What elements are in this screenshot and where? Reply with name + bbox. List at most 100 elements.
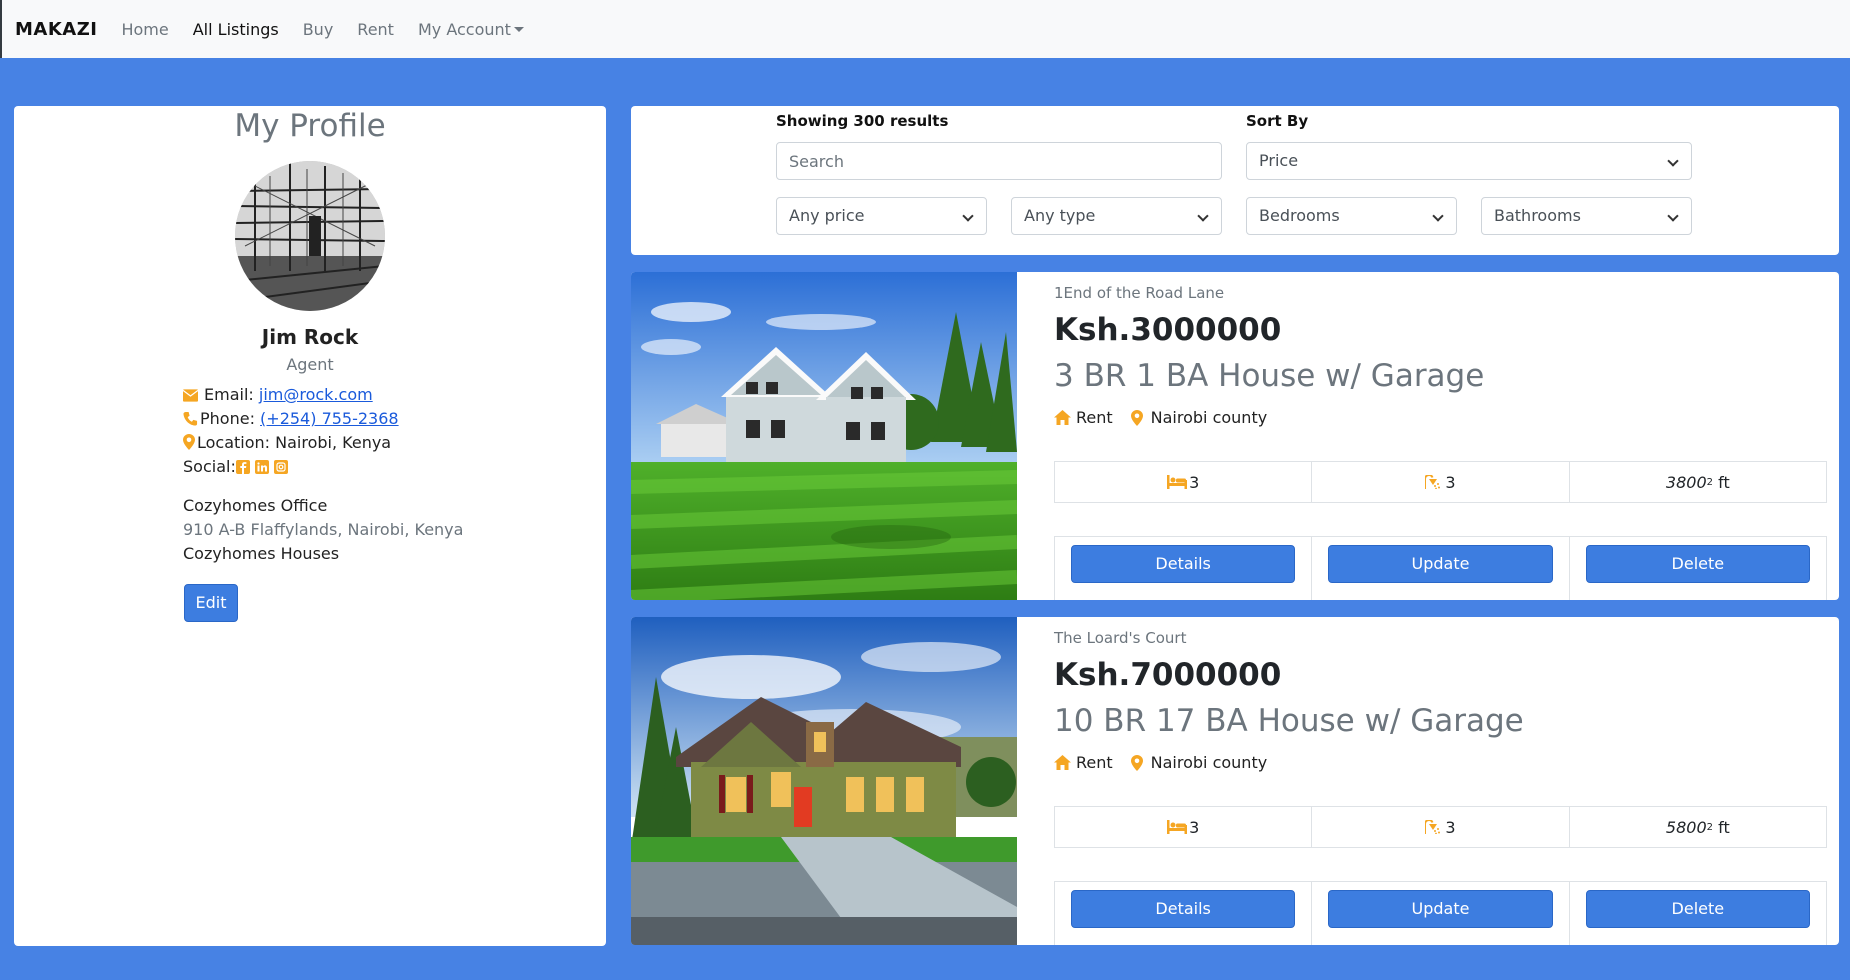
area-stat: 3800 2 ft xyxy=(1665,472,1730,492)
listing-meta: Rent Nairobi county xyxy=(1054,408,1267,427)
results-count: Showing 300 results xyxy=(776,112,949,130)
caret-down-icon xyxy=(513,26,524,32)
listing-meta: Rent Nairobi county xyxy=(1054,753,1267,772)
chevron-down-icon xyxy=(962,210,974,222)
home-icon xyxy=(1054,755,1071,770)
chevron-down-icon xyxy=(1197,210,1209,222)
bathrooms-select[interactable]: Bathrooms xyxy=(1481,197,1692,235)
type-select-value: Any type xyxy=(1024,206,1096,225)
listing-status: Rent xyxy=(1076,753,1113,772)
map-marker-icon xyxy=(183,434,195,450)
phone-icon xyxy=(183,411,198,426)
filter-panel: Showing 300 results Sort By Price Any pr… xyxy=(631,106,1839,255)
area-unit: ft xyxy=(1713,472,1730,492)
envelope-icon xyxy=(183,389,198,402)
facebook-icon[interactable] xyxy=(235,460,250,474)
sort-by-label: Sort By xyxy=(1246,112,1309,130)
agent-role: Agent xyxy=(286,355,334,374)
map-marker-icon xyxy=(1130,754,1143,771)
bed-icon xyxy=(1167,820,1188,834)
delete-button[interactable]: Delete xyxy=(1585,545,1810,583)
details-button[interactable]: Details xyxy=(1071,545,1296,583)
shower-icon xyxy=(1425,820,1441,834)
nav-my-account-dropdown[interactable]: My Account xyxy=(418,20,524,39)
bathrooms-stat: 3 xyxy=(1312,462,1570,502)
bedrooms-stat: 3 xyxy=(1055,807,1313,847)
listing-title: 10 BR 17 BA House w/ Garage xyxy=(1054,703,1524,739)
sort-select-value: Price xyxy=(1259,151,1299,170)
listing-stats: 3 3 5800 2 ft xyxy=(1054,806,1827,848)
office-brand: Cozyhomes Houses xyxy=(183,544,340,563)
chevron-down-icon xyxy=(1432,210,1444,222)
listing-county: Nairobi county xyxy=(1150,408,1268,427)
listing-price: Ksh.7000000 xyxy=(1054,657,1282,693)
update-button[interactable]: Update xyxy=(1328,545,1553,583)
bathrooms-stat: 3 xyxy=(1312,807,1570,847)
brand-logo[interactable]: MAKAZI xyxy=(15,19,97,40)
email-row: Email: jim@rock.com xyxy=(183,384,373,406)
avatar xyxy=(235,161,385,311)
location-row: Location: Nairobi, Kenya xyxy=(183,432,391,454)
bedrooms-count: 3 xyxy=(1189,817,1200,837)
nav-rent[interactable]: Rent xyxy=(357,20,394,39)
bedrooms-select[interactable]: Bedrooms xyxy=(1246,197,1457,235)
linkedin-icon[interactable] xyxy=(254,460,269,474)
bedrooms-select-value: Bedrooms xyxy=(1259,206,1340,225)
agent-name: Jim Rock xyxy=(261,325,359,349)
listing-card: 1End of the Road Lane Ksh.3000000 3 BR 1… xyxy=(631,272,1839,600)
home-icon xyxy=(1054,410,1071,425)
nav-buy[interactable]: Buy xyxy=(303,20,334,39)
price-select-value: Any price xyxy=(789,206,865,225)
nav-home[interactable]: Home xyxy=(121,20,168,39)
listing-address: 1End of the Road Lane xyxy=(1054,284,1225,302)
top-navbar: MAKAZI Home All Listings Buy Rent My Acc… xyxy=(0,0,1850,58)
details-button[interactable]: Details xyxy=(1071,890,1296,928)
phone-link[interactable]: (+254) 755-2368 xyxy=(260,409,399,428)
listing-photo[interactable] xyxy=(631,272,1017,600)
area-value: 3800 xyxy=(1665,472,1707,492)
location-text: Location: Nairobi, Kenya xyxy=(197,433,392,452)
sort-select[interactable]: Price xyxy=(1246,142,1692,180)
type-select[interactable]: Any type xyxy=(1011,197,1222,235)
social-label: Social: xyxy=(183,457,236,476)
listing-actions: Details Update Delete xyxy=(1054,536,1827,600)
listing-title: 3 BR 1 BA House w/ Garage xyxy=(1054,358,1485,394)
price-select[interactable]: Any price xyxy=(776,197,987,235)
update-button[interactable]: Update xyxy=(1328,890,1553,928)
listing-photo[interactable] xyxy=(631,617,1017,945)
nav-links: Home All Listings Buy Rent My Account xyxy=(109,20,535,39)
listing-price: Ksh.3000000 xyxy=(1054,312,1282,348)
bathrooms-count: 3 xyxy=(1445,817,1456,837)
edit-profile-button[interactable]: Edit xyxy=(184,584,238,622)
chevron-down-icon xyxy=(1667,210,1679,222)
profile-title: My Profile xyxy=(234,108,386,144)
instagram-icon[interactable] xyxy=(274,460,289,474)
area-value: 5800 xyxy=(1665,817,1707,837)
bathrooms-count: 3 xyxy=(1445,472,1456,492)
nav-my-account-label: My Account xyxy=(417,19,511,39)
bedrooms-stat: 3 xyxy=(1055,462,1313,502)
delete-button[interactable]: Delete xyxy=(1585,890,1810,928)
listing-status: Rent xyxy=(1076,408,1113,427)
phone-label: Phone: xyxy=(200,409,255,428)
search-input[interactable] xyxy=(776,142,1222,180)
chevron-down-icon xyxy=(1667,155,1679,167)
area-stat: 5800 2 ft xyxy=(1665,817,1730,837)
bed-icon xyxy=(1167,475,1188,489)
nav-all-listings[interactable]: All Listings xyxy=(193,20,279,39)
listing-county: Nairobi county xyxy=(1150,753,1268,772)
email-link[interactable]: jim@rock.com xyxy=(259,385,373,404)
office-address: 910 A-B Flaffylands, Nairobi, Kenya xyxy=(183,520,464,539)
listing-actions: Details Update Delete xyxy=(1054,881,1827,945)
bedrooms-count: 3 xyxy=(1189,472,1200,492)
map-marker-icon xyxy=(1130,409,1143,426)
email-label: Email: xyxy=(204,385,254,404)
listing-card: The Loard's Court Ksh.7000000 10 BR 17 B… xyxy=(631,617,1839,945)
social-row: Social: xyxy=(183,456,289,478)
listing-stats: 3 3 3800 2 ft xyxy=(1054,461,1827,503)
bathrooms-select-value: Bathrooms xyxy=(1494,206,1581,225)
phone-row: Phone: (+254) 755-2368 xyxy=(183,408,399,430)
shower-icon xyxy=(1425,475,1441,489)
profile-card: My Profile Jim Rock Agent Email: jim@roc… xyxy=(14,106,606,946)
listing-address: The Loard's Court xyxy=(1054,629,1187,647)
